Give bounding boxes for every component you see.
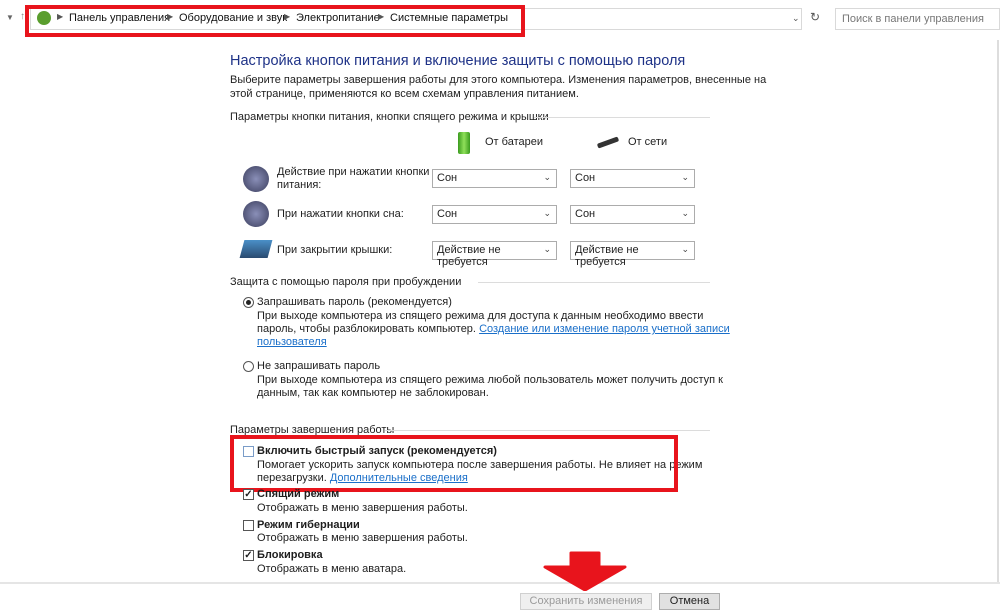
radio-label[interactable]: Запрашивать пароль (рекомендуется)	[257, 296, 452, 308]
power-button-battery-select[interactable]: Сон ⌄	[432, 169, 557, 188]
checkbox-label[interactable]: Блокировка	[257, 549, 323, 561]
sleep-button-ac-select[interactable]: Сон ⌄	[570, 205, 695, 224]
chevron-down-icon: ⌄	[681, 172, 689, 182]
cancel-button[interactable]: Отмена	[659, 593, 720, 610]
option-description: При выходе компьютера из спящего режима …	[257, 374, 723, 386]
chevron-down-icon: ⌄	[681, 244, 689, 254]
no-password-radio[interactable]	[243, 361, 254, 372]
refresh-icon[interactable]: ↻	[810, 10, 820, 24]
highlight-breadcrumb	[25, 5, 525, 37]
power-button-icon	[243, 166, 269, 192]
highlight-fast-startup	[230, 435, 678, 492]
chevron-down-icon: ⌄	[681, 208, 689, 218]
hibernate-checkbox[interactable]	[243, 520, 254, 531]
option-description: При выходе компьютера из спящего режима …	[257, 310, 704, 322]
lid-ac-select[interactable]: Действие не требуется ⌄	[570, 241, 695, 268]
require-password-radio[interactable]	[243, 297, 254, 308]
radio-label[interactable]: Не запрашивать пароль	[257, 360, 380, 372]
option-description: Отображать в меню аватара.	[257, 563, 407, 575]
chevron-down-icon: ⌄	[543, 208, 551, 218]
chevron-down-icon: ⌄	[543, 244, 551, 254]
checkbox-label[interactable]: Режим гибернации	[257, 519, 360, 531]
battery-column-header: От батареи	[485, 136, 543, 148]
lid-battery-select[interactable]: Действие не требуется ⌄	[432, 241, 557, 268]
description-line: этой странице, применяются ко всем схема…	[230, 88, 579, 100]
address-dropdown-icon[interactable]: ⌄	[792, 13, 800, 24]
select-value: Сон	[575, 172, 596, 184]
chevron-down-icon: ⌄	[543, 172, 551, 182]
option-description-row: пользователя	[257, 336, 327, 348]
power-button-ac-select[interactable]: Сон ⌄	[570, 169, 695, 188]
checkbox-label[interactable]: Спящий режим	[257, 488, 339, 500]
option-description-row: пароль, чтобы разблокировать компьютер. …	[257, 323, 730, 335]
scrollbar[interactable]	[997, 40, 999, 582]
change-password-link[interactable]: пользователя	[257, 336, 327, 348]
select-value: Сон	[437, 208, 458, 220]
sleep-button-icon	[243, 201, 269, 227]
change-password-link[interactable]: Создание или изменение пароля учетной за…	[479, 323, 730, 335]
sleep-checkbox[interactable]: ✓	[243, 489, 254, 500]
page-title: Настройка кнопок питания и включение защ…	[230, 53, 686, 69]
sleep-button-battery-select[interactable]: Сон ⌄	[432, 205, 557, 224]
row-label: Действие при нажатии кнопки	[277, 166, 430, 178]
power-plug-icon	[596, 136, 620, 149]
divider	[534, 117, 710, 118]
battery-icon	[458, 132, 470, 154]
recent-dropdown-icon[interactable]: ▼	[6, 13, 14, 22]
divider	[385, 430, 710, 431]
select-value: Сон	[437, 172, 458, 184]
option-description: Отображать в меню завершения работы.	[257, 502, 468, 514]
option-description: пароль, чтобы разблокировать компьютер.	[257, 323, 476, 335]
section-header: Параметры кнопки питания, кнопки спящего…	[230, 111, 549, 123]
lid-close-icon	[239, 240, 273, 258]
select-value: Действие не требуется	[575, 244, 639, 268]
lock-checkbox[interactable]: ✓	[243, 550, 254, 561]
footer-divider	[0, 582, 1000, 584]
search-input[interactable]: Поиск в панели управления	[835, 8, 1000, 30]
description-line: Выберите параметры завершения работы для…	[230, 74, 767, 86]
option-description: данным, так как компьютер не заблокирова…	[257, 387, 489, 399]
row-label: При нажатии кнопки сна:	[277, 208, 404, 220]
select-value: Действие не требуется	[437, 244, 501, 268]
select-value: Сон	[575, 208, 596, 220]
red-arrow-annotation-icon	[543, 551, 627, 591]
power-column-header: От сети	[628, 136, 668, 148]
section-header: Защита с помощью пароля при пробуждении	[230, 276, 462, 288]
row-label: питания:	[277, 179, 322, 191]
save-changes-button[interactable]: Сохранить изменения	[520, 593, 652, 610]
divider	[478, 282, 710, 283]
option-description: Отображать в меню завершения работы.	[257, 532, 468, 544]
row-label: При закрытии крышки:	[277, 244, 393, 256]
